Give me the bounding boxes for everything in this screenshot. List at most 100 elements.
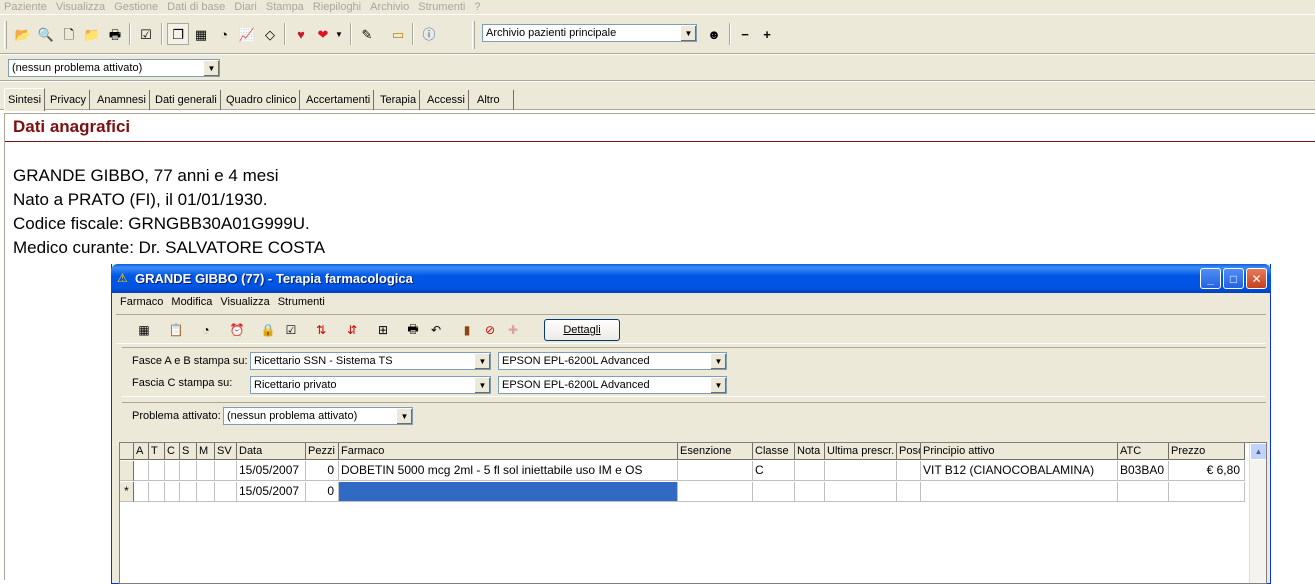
col-data[interactable]: Data	[237, 443, 306, 460]
therapy-window-titlebar[interactable]: ⚠ GRANDE GIBBO (77) - Terapia farmacolog…	[111, 264, 1271, 293]
col-s[interactable]: S	[180, 443, 197, 460]
cell-s[interactable]	[180, 482, 197, 502]
table-row-new[interactable]: * 15/05/2007 0	[120, 482, 1250, 502]
fascia-c-select[interactable]: Ricettario privato ▼	[250, 376, 491, 394]
heart-red-icon[interactable]: ❤	[312, 23, 334, 45]
eraser-icon[interactable]: ◇	[259, 23, 281, 45]
lock-icon[interactable]: 🔒	[258, 320, 278, 340]
cell-s[interactable]	[180, 461, 197, 481]
checklist-icon[interactable]: ☑	[281, 320, 301, 340]
col-principio-attivo[interactable]: Principio attivo	[921, 443, 1118, 460]
col-ultima-prescr[interactable]: Ultima prescr.	[825, 443, 897, 460]
tab-terapia[interactable]: Terapia	[377, 90, 421, 110]
tab-accessi[interactable]: Accessi	[424, 90, 469, 110]
checklist-icon[interactable]: ☑	[135, 23, 157, 45]
cell-data[interactable]: 15/05/2007	[237, 461, 306, 481]
chevron-down-icon[interactable]: ▼	[474, 353, 490, 369]
tab-quadro-clinico[interactable]: Quadro clinico	[223, 90, 301, 110]
chevron-down-icon[interactable]: ▼	[680, 25, 696, 41]
menu-visualizza[interactable]: Visualizza	[52, 1, 110, 13]
therapy-grid[interactable]: A T C S M SV Data Pezzi Farmaco Esenzion…	[119, 442, 1267, 584]
heart-icon[interactable]: ♥	[290, 23, 312, 45]
cell-principio-attivo[interactable]	[921, 482, 1118, 502]
pills-icon[interactable]: ✚	[503, 320, 523, 340]
chart-icon[interactable]: ◔	[213, 23, 235, 45]
cell-ultima-prescr[interactable]	[825, 482, 897, 502]
open-folder-icon[interactable]: 📂	[12, 23, 34, 45]
menu-stampa[interactable]: Stampa	[262, 1, 309, 13]
cell-farmaco-selected[interactable]	[339, 482, 678, 502]
cell-nota[interactable]	[795, 461, 825, 481]
edit-icon[interactable]: ✎	[356, 23, 378, 45]
fasce-ab-select[interactable]: Ricettario SSN - Sistema TS ▼	[250, 352, 491, 370]
move-down-icon[interactable]: ⇵	[342, 320, 362, 340]
person-icon[interactable]: ☻	[703, 23, 725, 45]
cell-c[interactable]	[165, 461, 180, 481]
col-classe[interactable]: Classe	[753, 443, 795, 460]
active-problem-select[interactable]: (nessun problema attivato) ▼	[8, 59, 220, 77]
menu-help[interactable]: ?	[470, 1, 485, 13]
col-pezzi[interactable]: Pezzi	[306, 443, 339, 460]
col-a[interactable]: A	[134, 443, 149, 460]
close-button[interactable]: ✕	[1246, 268, 1267, 289]
cell-m[interactable]	[197, 461, 215, 481]
clipboard-icon[interactable]: 📋	[166, 320, 186, 340]
col-t[interactable]: T	[149, 443, 165, 460]
maximize-button[interactable]: □	[1223, 268, 1244, 289]
grid-vertical-scrollbar[interactable]: ▲	[1249, 443, 1266, 583]
graph-icon[interactable]: 📈	[236, 23, 258, 45]
new-row-indicator[interactable]: *	[120, 482, 134, 502]
cell-atc[interactable]	[1118, 482, 1169, 502]
note-icon[interactable]: ▭	[387, 23, 409, 45]
col-atc[interactable]: ATC	[1118, 443, 1169, 460]
cell-pezzi[interactable]: 0	[306, 461, 339, 481]
col-c[interactable]: C	[165, 443, 180, 460]
cell-a[interactable]	[134, 482, 149, 502]
no-book-icon[interactable]: ⊘	[480, 320, 500, 340]
chevron-down-icon[interactable]: ▼	[710, 377, 726, 393]
cell-posol[interactable]	[897, 482, 921, 502]
menu-diari[interactable]: Diari	[230, 1, 262, 13]
print-icon[interactable]: 🖶	[104, 23, 126, 45]
tab-privacy[interactable]: Privacy	[47, 90, 91, 110]
archive-select[interactable]: Archivio pazienti principale ▼	[482, 24, 697, 42]
toolbar-grip[interactable]	[472, 21, 475, 49]
col-prezzo[interactable]: Prezzo	[1169, 443, 1245, 460]
minus-icon[interactable]: −	[734, 23, 756, 45]
col-esenzione[interactable]: Esenzione	[678, 443, 753, 460]
alarm-icon[interactable]: ⏰	[227, 320, 247, 340]
cell-t[interactable]	[149, 461, 165, 481]
menu-paziente[interactable]: Paziente	[0, 1, 52, 13]
cell-principio-attivo[interactable]: VIT B12 (CIANOCOBALAMINA)	[921, 461, 1118, 481]
tab-accertamenti[interactable]: Accertamenti	[303, 90, 375, 110]
table-row[interactable]: 15/05/2007 0 DOBETIN 5000 mcg 2ml - 5 fl…	[120, 461, 1250, 481]
print-icon[interactable]: 🖶	[403, 320, 423, 340]
details-button[interactable]: Dettagli	[544, 319, 620, 341]
chevron-down-icon[interactable]: ▼	[333, 23, 345, 45]
tree-icon[interactable]: ⊞	[373, 320, 393, 340]
tab-sintesi[interactable]: Sintesi	[4, 88, 46, 111]
menu-strumenti[interactable]: Strumenti	[414, 1, 470, 13]
cell-classe[interactable]	[753, 482, 795, 502]
col-m[interactable]: M	[197, 443, 215, 460]
menu-strumenti-dialog[interactable]: Strumenti	[274, 296, 329, 308]
toolbar-grip[interactable]	[4, 21, 7, 49]
col-posol[interactable]: Posol	[897, 443, 921, 460]
menu-archivio[interactable]: Archivio	[366, 1, 414, 13]
cell-a[interactable]	[134, 461, 149, 481]
cell-esenzione[interactable]	[678, 482, 753, 502]
fasce-ab-printer-select[interactable]: EPSON EPL-6200L Advanced ▼	[498, 352, 727, 370]
cell-m[interactable]	[197, 482, 215, 502]
chevron-down-icon[interactable]: ▼	[474, 377, 490, 393]
cell-data[interactable]: 15/05/2007	[237, 482, 306, 502]
grid-icon[interactable]: ▦	[190, 23, 212, 45]
chart-icon[interactable]: ◔	[196, 320, 216, 340]
col-nota[interactable]: Nota	[795, 443, 825, 460]
cell-t[interactable]	[149, 482, 165, 502]
cell-prezzo[interactable]: € 6,80	[1169, 461, 1245, 481]
tab-dati-generali[interactable]: Dati generali	[152, 90, 221, 110]
table-icon[interactable]: ▦	[134, 320, 154, 340]
minimize-button[interactable]: _	[1200, 268, 1221, 289]
new-document-icon[interactable]: 🗋	[58, 23, 80, 45]
cell-posol[interactable]	[897, 461, 921, 481]
